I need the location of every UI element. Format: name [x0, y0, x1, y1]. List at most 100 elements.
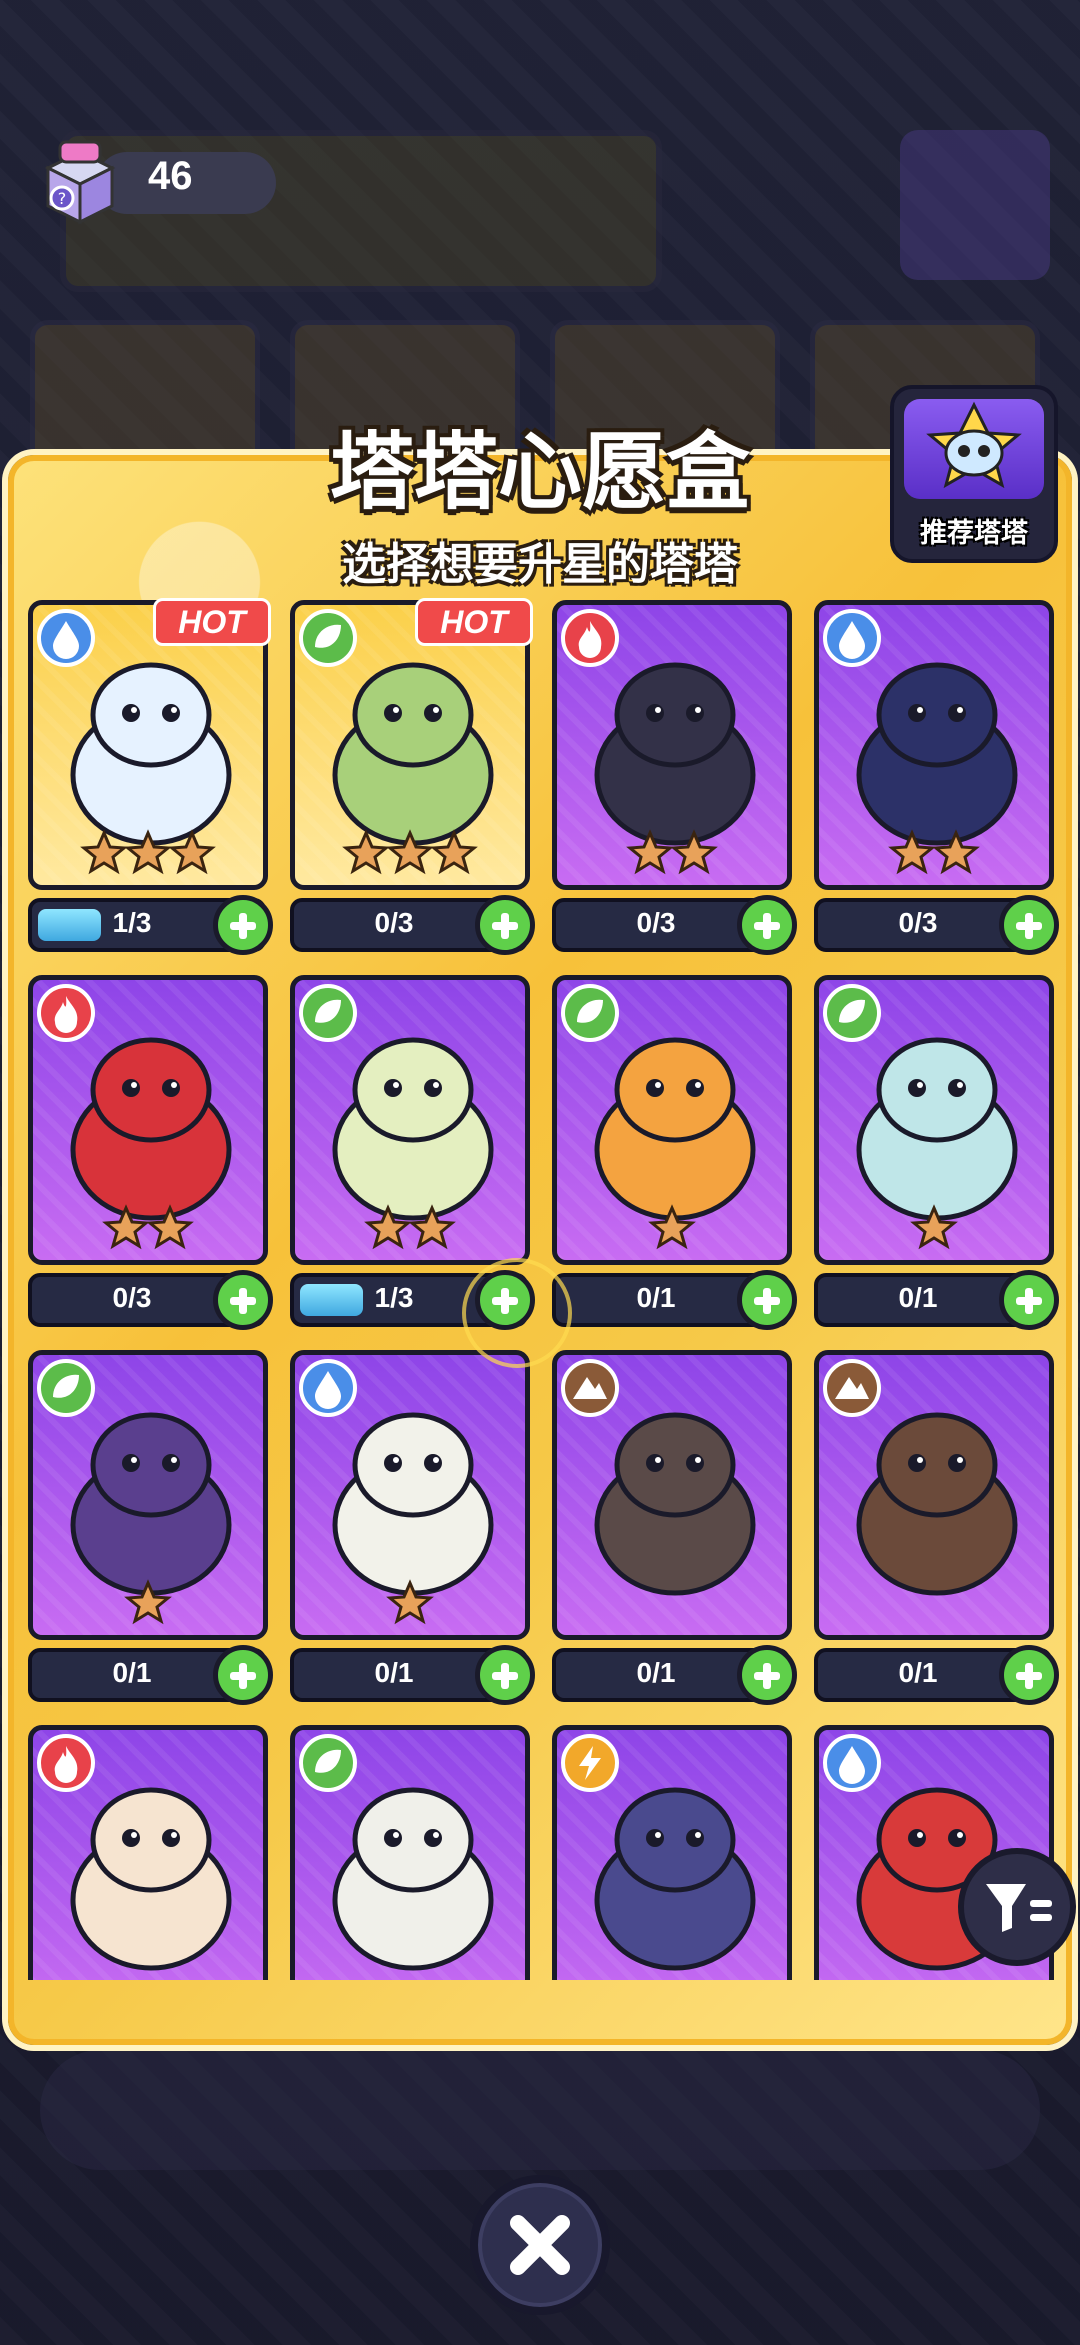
add-button[interactable]	[475, 895, 535, 955]
star-cat-icon	[926, 401, 1022, 489]
add-button[interactable]	[999, 1645, 1059, 1705]
tower-card[interactable]	[814, 600, 1054, 890]
star-icon	[386, 829, 434, 875]
progress-text: 0/1	[898, 1657, 938, 1688]
recommend-button[interactable]: 推荐塔塔	[890, 385, 1058, 563]
progress-text: 1/3	[112, 907, 152, 938]
grass-element-icon	[299, 984, 357, 1042]
star-icon	[408, 1204, 456, 1250]
progress-text: 0/3	[636, 907, 676, 938]
add-button[interactable]	[213, 1270, 273, 1330]
progress-text: 0/3	[112, 1282, 152, 1313]
progress-text: 0/1	[898, 1282, 938, 1313]
tower-card[interactable]	[552, 1725, 792, 1980]
star-rating	[910, 1204, 958, 1250]
tower-card[interactable]	[28, 1725, 268, 1980]
add-button[interactable]	[475, 1645, 535, 1705]
gift-box-icon: ?	[44, 140, 116, 225]
water-element-icon	[299, 1359, 357, 1417]
tower-card[interactable]	[290, 1725, 530, 1980]
star-icon	[910, 1204, 958, 1250]
filter-icon	[986, 1884, 1052, 1932]
add-button[interactable]	[737, 1270, 797, 1330]
fire-element-icon	[561, 609, 619, 667]
star-icon	[386, 1579, 434, 1625]
star-rating	[295, 1952, 525, 1980]
close-icon	[510, 2215, 570, 2275]
background-hero-slot	[900, 130, 1050, 280]
star-icon	[146, 1204, 194, 1250]
recommend-avatar	[904, 399, 1044, 499]
thunder-element-icon	[561, 1734, 619, 1792]
tower-card[interactable]	[552, 600, 792, 890]
star-rating	[80, 829, 216, 875]
star-rating	[626, 829, 718, 875]
star-rating	[386, 1579, 434, 1625]
currency-value: 46	[148, 154, 193, 198]
progress-text: 0/1	[636, 1657, 676, 1688]
star-rating	[342, 829, 478, 875]
filter-button[interactable]	[958, 1848, 1076, 1966]
earth-element-icon	[561, 1359, 619, 1417]
progress-text: 0/1	[636, 1282, 676, 1313]
tower-card[interactable]	[28, 975, 268, 1265]
fire-element-icon	[37, 1734, 95, 1792]
grass-element-icon	[299, 609, 357, 667]
water-element-icon	[823, 609, 881, 667]
add-button[interactable]	[999, 1270, 1059, 1330]
svg-text:?: ?	[58, 189, 67, 208]
star-rating	[888, 829, 980, 875]
tower-card[interactable]	[290, 975, 530, 1265]
progress-text: 0/1	[374, 1657, 414, 1688]
hot-badge: HOT	[415, 598, 533, 646]
add-button[interactable]	[999, 895, 1059, 955]
star-rating	[819, 1577, 1049, 1633]
water-element-icon	[823, 1734, 881, 1792]
earth-element-icon	[823, 1359, 881, 1417]
water-element-icon	[37, 609, 95, 667]
grass-element-icon	[37, 1359, 95, 1417]
grass-element-icon	[561, 984, 619, 1042]
progress-text: 0/3	[898, 907, 938, 938]
star-icon	[102, 1204, 150, 1250]
recommend-label: 推荐塔塔	[920, 518, 1028, 549]
star-icon	[430, 829, 478, 875]
grass-element-icon	[299, 1734, 357, 1792]
star-icon	[932, 829, 980, 875]
star-rating	[364, 1204, 456, 1250]
star-icon	[888, 829, 936, 875]
star-icon	[342, 829, 390, 875]
add-button[interactable]	[213, 1645, 273, 1705]
star-icon	[168, 829, 216, 875]
tower-card[interactable]	[290, 1350, 530, 1640]
tower-card[interactable]	[28, 1350, 268, 1640]
tower-card[interactable]	[814, 975, 1054, 1265]
star-rating	[557, 1952, 787, 1980]
hot-badge: HOT	[153, 598, 271, 646]
background-bottom-bar	[40, 2050, 1040, 2170]
star-rating	[557, 1577, 787, 1633]
star-icon	[124, 1579, 172, 1625]
add-button[interactable]	[737, 895, 797, 955]
star-icon	[364, 1204, 412, 1250]
add-button[interactable]	[213, 895, 273, 955]
grass-element-icon	[823, 984, 881, 1042]
star-rating	[102, 1204, 194, 1250]
add-button[interactable]	[737, 1645, 797, 1705]
star-rating	[124, 1579, 172, 1625]
progress-text: 0/1	[112, 1657, 152, 1688]
star-icon	[80, 829, 128, 875]
star-icon	[626, 829, 674, 875]
star-icon	[670, 829, 718, 875]
star-rating	[648, 1204, 696, 1250]
close-button[interactable]	[470, 2175, 610, 2315]
star-rating	[33, 1952, 263, 1980]
fire-element-icon	[37, 984, 95, 1042]
tower-card[interactable]	[552, 975, 792, 1265]
star-icon	[648, 1204, 696, 1250]
progress-text: 0/3	[374, 907, 414, 938]
tower-card[interactable]	[814, 1350, 1054, 1640]
gift-box-currency[interactable]: ? 46	[38, 138, 276, 225]
tower-card[interactable]	[552, 1350, 792, 1640]
star-icon	[124, 829, 172, 875]
